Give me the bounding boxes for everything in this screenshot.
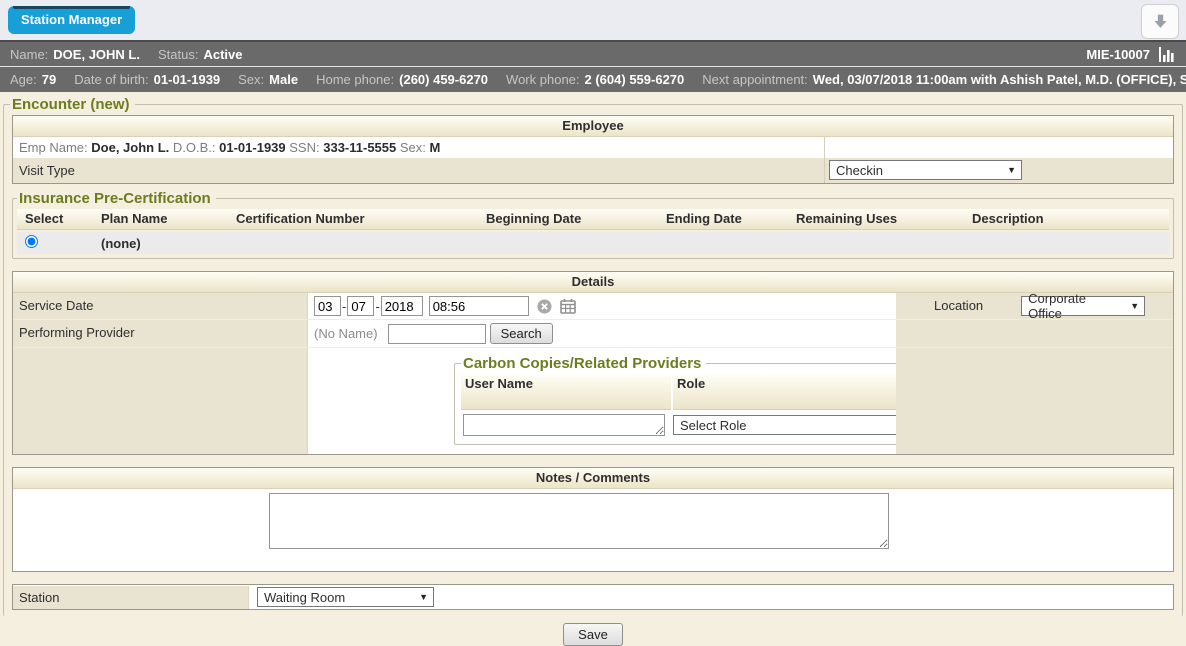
save-button[interactable]: Save [563, 623, 623, 646]
top-app-bar: Station Manager [0, 0, 1186, 42]
encounter-legend: Encounter (new) [10, 96, 135, 113]
main-content: Encounter (new) Employee Emp Name: Doe, … [0, 92, 1186, 616]
calendar-button[interactable] [560, 298, 576, 314]
date-month-input[interactable] [314, 296, 341, 316]
insurance-fieldset: Insurance Pre-Certification Select Plan … [12, 190, 1174, 259]
location-label: Location [934, 296, 983, 313]
next-appt-value: Wed, 03/07/2018 11:00am with Ashish Pate… [813, 72, 1186, 87]
insurance-row: (none) [17, 232, 1169, 254]
col-select: Select [17, 211, 101, 226]
patient-name-bar: Name: DOE, JOHN L. Status: Active MIE-10… [0, 42, 1186, 67]
visit-type-row: Visit Type Checkin ▼ [13, 158, 1173, 183]
date-separator: - [342, 299, 346, 314]
patient-name: DOE, JOHN L. [53, 47, 140, 62]
insurance-header-row: Select Plan Name Certification Number Be… [17, 209, 1169, 230]
clear-icon [537, 299, 552, 314]
employee-info-row: Emp Name: Doe, John L. D.O.B.: 01-01-193… [13, 137, 1173, 158]
insurance-legend: Insurance Pre-Certification [17, 190, 216, 207]
visit-type-select[interactable]: Checkin ▼ [829, 160, 1022, 180]
emp-name-label: Emp Name: [19, 140, 88, 155]
notes-textarea[interactable] [269, 493, 889, 549]
home-phone-value: (260) 459-6270 [399, 72, 488, 87]
date-separator-2: - [375, 299, 379, 314]
service-date-label: Service Date [13, 293, 308, 319]
station-manager-tab[interactable]: Station Manager [8, 6, 135, 34]
user-name-input[interactable] [463, 414, 665, 436]
emp-dob-label: D.O.B.: [173, 140, 216, 155]
details-header: Details [13, 272, 1173, 293]
age-value: 79 [42, 72, 56, 87]
work-phone-label: Work phone: [506, 72, 579, 87]
demographics-bar: Age: 79 Date of birth: 01-01-1939 Sex: M… [0, 67, 1186, 92]
precert-none-radio[interactable] [25, 235, 38, 248]
chevron-down-icon: ▼ [1007, 165, 1016, 175]
sex-label: Sex: [238, 72, 264, 87]
employee-info-cell-right [825, 137, 1173, 158]
chart-icon[interactable] [1158, 47, 1176, 62]
employee-header: Employee [13, 116, 1173, 137]
date-day-input[interactable] [347, 296, 374, 316]
col-user-name: User Name [461, 374, 671, 410]
location-value: Corporate Office [1028, 291, 1122, 321]
employee-panel: Employee Emp Name: Doe, John L. D.O.B.: … [12, 115, 1174, 184]
date-year-input[interactable] [381, 296, 423, 316]
station-select[interactable]: Waiting Room ▼ [257, 587, 434, 607]
role-value: Select Role [680, 418, 746, 433]
performing-provider-row: Performing Provider (No Name) Search [13, 320, 1173, 348]
name-label: Name: [10, 47, 48, 62]
next-appt-label: Next appointment: [702, 72, 808, 87]
provider-search-button[interactable]: Search [490, 323, 553, 344]
col-remaining-uses: Remaining Uses [796, 211, 972, 226]
emp-dob-value: 01-01-1939 [219, 140, 286, 155]
dob-label: Date of birth: [74, 72, 148, 87]
time-input[interactable] [429, 296, 529, 316]
service-date-row: Service Date - - [13, 293, 1173, 320]
col-cert-number: Certification Number [236, 211, 486, 226]
patient-id: MIE-10007 [1086, 47, 1150, 62]
home-phone-label: Home phone: [316, 72, 394, 87]
notes-body [13, 489, 1173, 571]
col-beginning-date: Beginning Date [486, 211, 666, 226]
details-panel: Details Service Date - - [12, 271, 1174, 455]
sex-value: Male [269, 72, 298, 87]
calendar-icon [560, 298, 576, 314]
location-select[interactable]: Corporate Office ▼ [1021, 296, 1145, 316]
dob-value: 01-01-1939 [154, 72, 221, 87]
emp-sex-value: M [430, 140, 441, 155]
chevron-down-icon: ▼ [1130, 301, 1139, 311]
employee-info-cell: Emp Name: Doe, John L. D.O.B.: 01-01-193… [13, 137, 825, 158]
status-label: Status: [158, 47, 198, 62]
col-plan-name: Plan Name [101, 211, 236, 226]
provider-search-input[interactable] [388, 324, 486, 344]
emp-name-value: Doe, John L. [91, 140, 169, 155]
clear-date-button[interactable] [537, 299, 552, 314]
emp-ssn-label: SSN: [289, 140, 319, 155]
emp-ssn-value: 333-11-5555 [323, 140, 396, 155]
carbon-copies-row: Carbon Copies/Related Providers User Nam… [13, 348, 1173, 454]
station-panel: Station Waiting Room ▼ [12, 584, 1174, 610]
performing-provider-label: Performing Provider [13, 320, 308, 347]
encounter-fieldset: Encounter (new) Employee Emp Name: Doe, … [3, 96, 1183, 616]
col-ending-date: Ending Date [666, 211, 796, 226]
notes-panel: Notes / Comments [12, 467, 1174, 572]
visit-type-value: Checkin [836, 163, 883, 178]
collapse-button[interactable] [1141, 4, 1179, 39]
age-label: Age: [10, 72, 37, 87]
patient-status: Active [203, 47, 242, 62]
plan-name-value: (none) [101, 236, 236, 251]
notes-header: Notes / Comments [13, 468, 1173, 489]
visit-type-label: Visit Type [13, 158, 825, 183]
down-arrow-icon [1152, 13, 1169, 30]
emp-sex-label: Sex: [400, 140, 426, 155]
work-phone-value: 2 (604) 559-6270 [585, 72, 685, 87]
col-description: Description [972, 211, 1169, 226]
station-value: Waiting Room [264, 590, 345, 605]
station-label: Station [13, 586, 249, 609]
carbon-copies-legend: Carbon Copies/Related Providers [461, 355, 706, 372]
chevron-down-icon: ▼ [419, 592, 428, 602]
provider-name-value: (No Name) [314, 326, 378, 341]
save-row: Save [10, 623, 1176, 646]
